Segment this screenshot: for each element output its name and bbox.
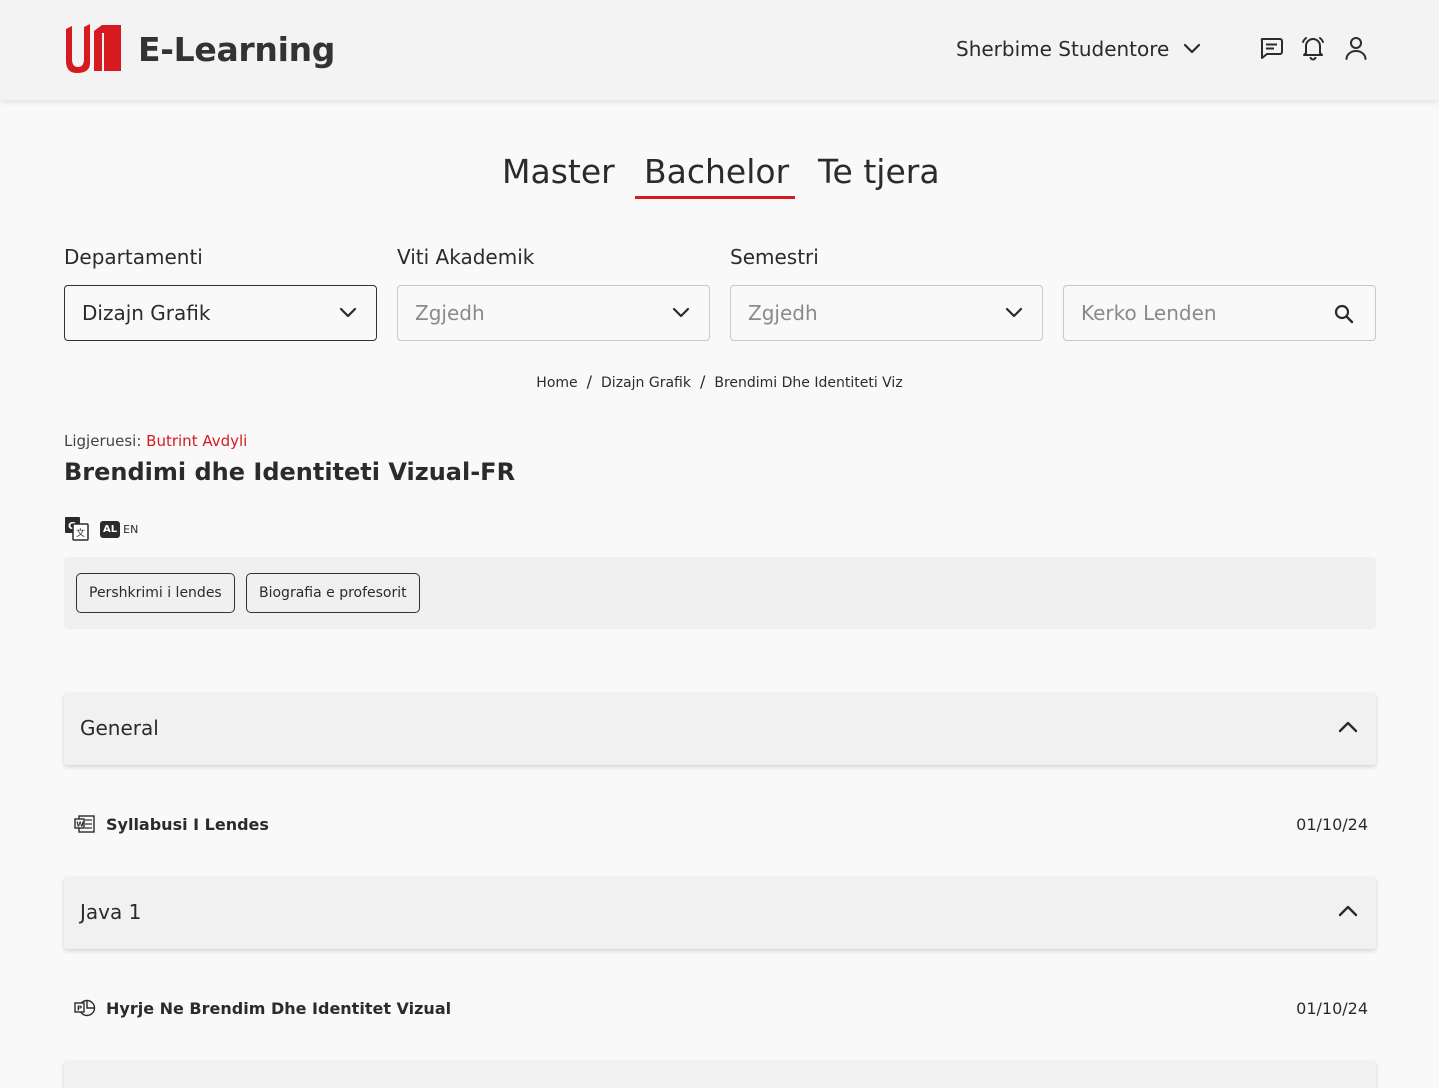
chevron-up-icon[interactable] (1337, 903, 1359, 919)
translate-icon[interactable]: G 文 (64, 516, 90, 542)
lecturer-line: Ligjeruesi: Butrint Avdyli (64, 432, 247, 450)
course-title: Brendimi dhe Identiteti Vizual-FR (64, 458, 516, 486)
svg-text:文: 文 (76, 527, 85, 539)
item-date: 01/10/24 (1296, 999, 1368, 1018)
bell-icon[interactable] (1300, 35, 1326, 61)
chevron-down-icon (1005, 307, 1023, 318)
breadcrumb-course: Brendimi Dhe Identiteti Viz (714, 375, 903, 391)
active-tab-indicator (635, 196, 795, 199)
word-document-icon: W (74, 815, 95, 833)
breadcrumb-separator: / (586, 372, 593, 391)
breadcrumb-department[interactable]: Dizajn Grafik (601, 375, 691, 391)
course-description-button[interactable]: Pershkrimi i lendes (76, 573, 235, 613)
semester-label: Semestri (730, 245, 819, 269)
professor-biography-button[interactable]: Biografia e profesorit (246, 573, 420, 613)
language-switcher: G 文 AL EN (64, 516, 138, 542)
course-actions-bar: Pershkrimi i lendes Biografia e profesor… (64, 557, 1376, 629)
brand-title: E-Learning (138, 30, 336, 69)
semester-select[interactable]: Zgjedh (730, 285, 1043, 341)
breadcrumb-home[interactable]: Home (536, 375, 577, 391)
item-name: Syllabusi I Lendes (106, 815, 269, 834)
academic-year-placeholder: Zgjedh (415, 301, 485, 325)
academic-year-select[interactable]: Zgjedh (397, 285, 710, 341)
svg-text:W: W (76, 821, 84, 829)
tab-bachelor[interactable]: Bachelor (644, 152, 789, 191)
search-icon[interactable] (1333, 303, 1355, 325)
item-name: Hyrje Ne Brendim Dhe Identitet Vizual (106, 999, 452, 1018)
search-placeholder: Kerko Lenden (1081, 301, 1217, 325)
academic-year-label: Viti Akademik (397, 245, 535, 269)
university-logo[interactable] (64, 23, 122, 73)
chevron-up-icon[interactable] (1337, 719, 1359, 735)
item-date: 01/10/24 (1296, 815, 1368, 834)
course-search-input[interactable]: Kerko Lenden (1063, 285, 1376, 341)
chevron-down-icon (339, 307, 357, 318)
list-item[interactable]: W Syllabusi I Lendes 01/10/24 (64, 810, 1376, 840)
chevron-down-icon (672, 307, 690, 318)
section-title: General (80, 716, 159, 740)
top-header: E-Learning Sherbime Studentore (0, 0, 1439, 100)
language-en[interactable]: EN (123, 523, 138, 536)
svg-text:P: P (77, 1005, 82, 1013)
tab-master[interactable]: Master (502, 152, 615, 191)
breadcrumb: Home / Dizajn Grafik / Brendimi Dhe Identite… (0, 372, 1439, 391)
section-title: Java 1 (80, 900, 142, 924)
user-icon[interactable] (1343, 35, 1369, 61)
lecturer-label: Ligjeruesi: (64, 432, 142, 450)
list-item[interactable]: P Hyrje Ne Brendim Dhe Identitet Vizual … (64, 994, 1376, 1024)
section-next[interactable] (64, 1061, 1376, 1088)
language-al[interactable]: AL (100, 520, 121, 538)
tab-other[interactable]: Te tjera (818, 152, 940, 191)
student-services-label: Sherbime Studentore (956, 37, 1170, 61)
powerpoint-icon: P (74, 999, 96, 1017)
breadcrumb-separator: / (699, 372, 706, 391)
section-java-1[interactable]: Java 1 (64, 877, 1376, 949)
lecturer-name[interactable]: Butrint Avdyli (146, 432, 247, 450)
department-select[interactable]: Dizajn Grafik (64, 285, 377, 341)
section-general[interactable]: General (64, 693, 1376, 765)
department-label: Departamenti (64, 245, 203, 269)
student-services-menu[interactable]: Sherbime Studentore (956, 37, 1201, 61)
chat-icon[interactable] (1258, 35, 1284, 61)
department-value: Dizajn Grafik (82, 301, 211, 325)
chevron-down-icon (1184, 43, 1201, 54)
semester-placeholder: Zgjedh (748, 301, 818, 325)
